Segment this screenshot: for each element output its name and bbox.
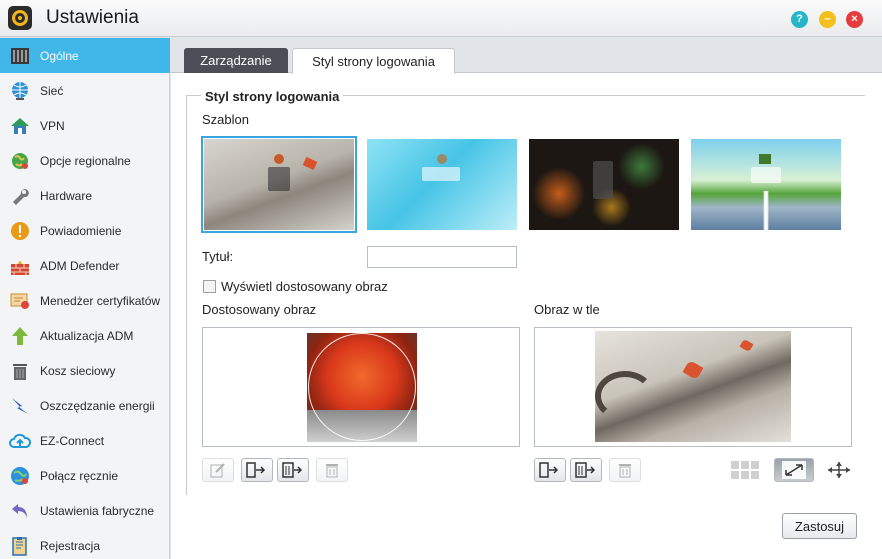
certificate-icon	[9, 290, 31, 312]
vpn-house-icon	[9, 115, 31, 137]
window-title: Ustawienia	[46, 7, 139, 28]
template-thumbnail-1[interactable]	[201, 136, 357, 233]
sidebar-item-registration[interactable]: Rejestracja	[0, 528, 170, 559]
sidebar-item-manual-connect[interactable]: Połącz ręcznie	[0, 458, 170, 493]
template-thumbnail-3[interactable]	[529, 139, 679, 230]
edit-image-button[interactable]	[202, 458, 234, 482]
connect-globe-icon	[9, 465, 31, 487]
delete-custom-image-button[interactable]	[316, 458, 348, 482]
sidebar-item-recycle-bin[interactable]: Kosz sieciowy	[0, 353, 170, 388]
sidebar-item-label: Połącz ręcznie	[40, 468, 119, 483]
upload-local-background-button[interactable]	[534, 458, 566, 482]
sidebar-item-label: Hardware	[40, 188, 93, 203]
trash-icon	[619, 464, 631, 478]
template-thumbnail-4[interactable]	[691, 139, 841, 230]
custom-image-thumbnail	[307, 333, 417, 442]
sidebar-item-vpn[interactable]: VPN	[0, 108, 170, 143]
move-arrows-icon	[828, 462, 850, 478]
globe-network-icon	[9, 80, 31, 102]
sidebar-item-label: Ogólne	[40, 48, 79, 63]
undo-arrow-icon	[9, 500, 31, 522]
template-label: Szablon	[202, 112, 249, 127]
section-legend: Styl strony logowania	[201, 89, 344, 104]
sidebar-item-factory-reset[interactable]: Ustawienia fabryczne	[0, 493, 170, 528]
cloud-icon	[9, 430, 31, 452]
delete-background-button[interactable]	[609, 458, 641, 482]
sidebar-item-label: Kosz sieciowy	[40, 363, 116, 378]
stretch-diagonal-icon	[782, 461, 806, 479]
sidebar-item-label: VPN	[40, 118, 65, 133]
center-mode-button[interactable]	[823, 458, 855, 482]
template-thumbnail-2[interactable]	[367, 139, 517, 230]
background-image-preview	[534, 327, 852, 447]
close-button[interactable]: ×	[846, 11, 863, 28]
sidebar-item-network[interactable]: Sieć	[0, 73, 170, 108]
upload-nas-image-button[interactable]	[277, 458, 309, 482]
stretch-mode-button[interactable]	[774, 458, 814, 482]
custom-image-checkbox-label: Wyświetl dostosowany obraz	[221, 279, 388, 294]
exclamation-icon	[9, 220, 31, 242]
sidebar-item-certificates[interactable]: Menedżer certyfikatów	[0, 283, 170, 318]
upload-nas-background-button[interactable]	[570, 458, 602, 482]
sidebar-item-label: Rejestracja	[40, 538, 101, 553]
sidebar-item-label: ADM Defender	[40, 258, 120, 273]
title-label: Tytuł:	[202, 249, 234, 264]
custom-image-label: Dostosowany obraz	[202, 302, 317, 317]
sidebar-item-label: Sieć	[40, 83, 64, 98]
apply-button[interactable]: Zastosuj	[782, 513, 857, 539]
sidebar-item-general[interactable]: Ogólne	[0, 38, 170, 73]
sidebar-item-power-saving[interactable]: Oszczędzanie energii	[0, 388, 170, 423]
sidebar-item-adm-defender[interactable]: ADM Defender	[0, 248, 170, 283]
custom-image-preview	[202, 327, 520, 447]
upload-local-image-button[interactable]	[241, 458, 273, 482]
update-arrow-icon	[9, 325, 31, 347]
sidebar-item-label: Oszczędzanie energii	[40, 398, 155, 413]
background-image-label: Obraz w tle	[534, 302, 600, 317]
wrench-icon	[9, 185, 31, 207]
help-button[interactable]: ?	[791, 11, 808, 28]
tile-grid-icon	[731, 461, 759, 479]
sidebar-item-label: Aktualizacja ADM	[40, 328, 134, 343]
sidebar-item-notification[interactable]: Powiadomienie	[0, 213, 170, 248]
edit-icon	[210, 463, 225, 478]
regional-globe-icon	[9, 150, 31, 172]
upload-local-icon	[246, 462, 266, 478]
title-input[interactable]	[367, 246, 517, 268]
custom-image-checkbox[interactable]	[203, 280, 216, 293]
background-image-thumbnail	[595, 331, 791, 442]
registration-icon	[9, 535, 31, 557]
settings-app-icon	[8, 6, 32, 30]
sidebar-item-label: Powiadomienie	[40, 223, 122, 238]
sidebar-item-label: Opcje regionalne	[40, 153, 131, 168]
upload-nas-icon	[282, 462, 303, 478]
tab-bar: Zarządzanie Styl strony logowania	[171, 38, 882, 74]
main-panel: Zarządzanie Styl strony logowania Styl s…	[171, 38, 882, 559]
tile-mode-button[interactable]	[730, 458, 762, 482]
sidebar: Ogólne Sieć VPN Opcje regionalne Hardwar…	[0, 38, 170, 559]
tab-login-page-style[interactable]: Styl strony logowania	[292, 48, 455, 74]
sidebar-item-label: Ustawienia fabryczne	[40, 503, 155, 518]
firewall-icon	[9, 255, 31, 277]
general-grid-icon	[9, 45, 31, 67]
title-bar: Ustawienia ? – ×	[0, 0, 882, 37]
upload-nas-icon	[575, 462, 596, 478]
trash-icon	[326, 464, 338, 478]
trash-icon	[9, 360, 31, 382]
sidebar-item-ez-connect[interactable]: EZ-Connect	[0, 423, 170, 458]
sidebar-item-label: Menedżer certyfikatów	[40, 293, 161, 308]
sidebar-item-hardware[interactable]: Hardware	[0, 178, 170, 213]
tab-management[interactable]: Zarządzanie	[184, 48, 288, 73]
sidebar-item-label: EZ-Connect	[40, 433, 105, 448]
minimize-button[interactable]: –	[819, 11, 836, 28]
sidebar-item-regional[interactable]: Opcje regionalne	[0, 143, 170, 178]
lightning-icon	[9, 395, 31, 417]
upload-local-icon	[539, 462, 559, 478]
sidebar-item-adm-update[interactable]: Aktualizacja ADM	[0, 318, 170, 353]
